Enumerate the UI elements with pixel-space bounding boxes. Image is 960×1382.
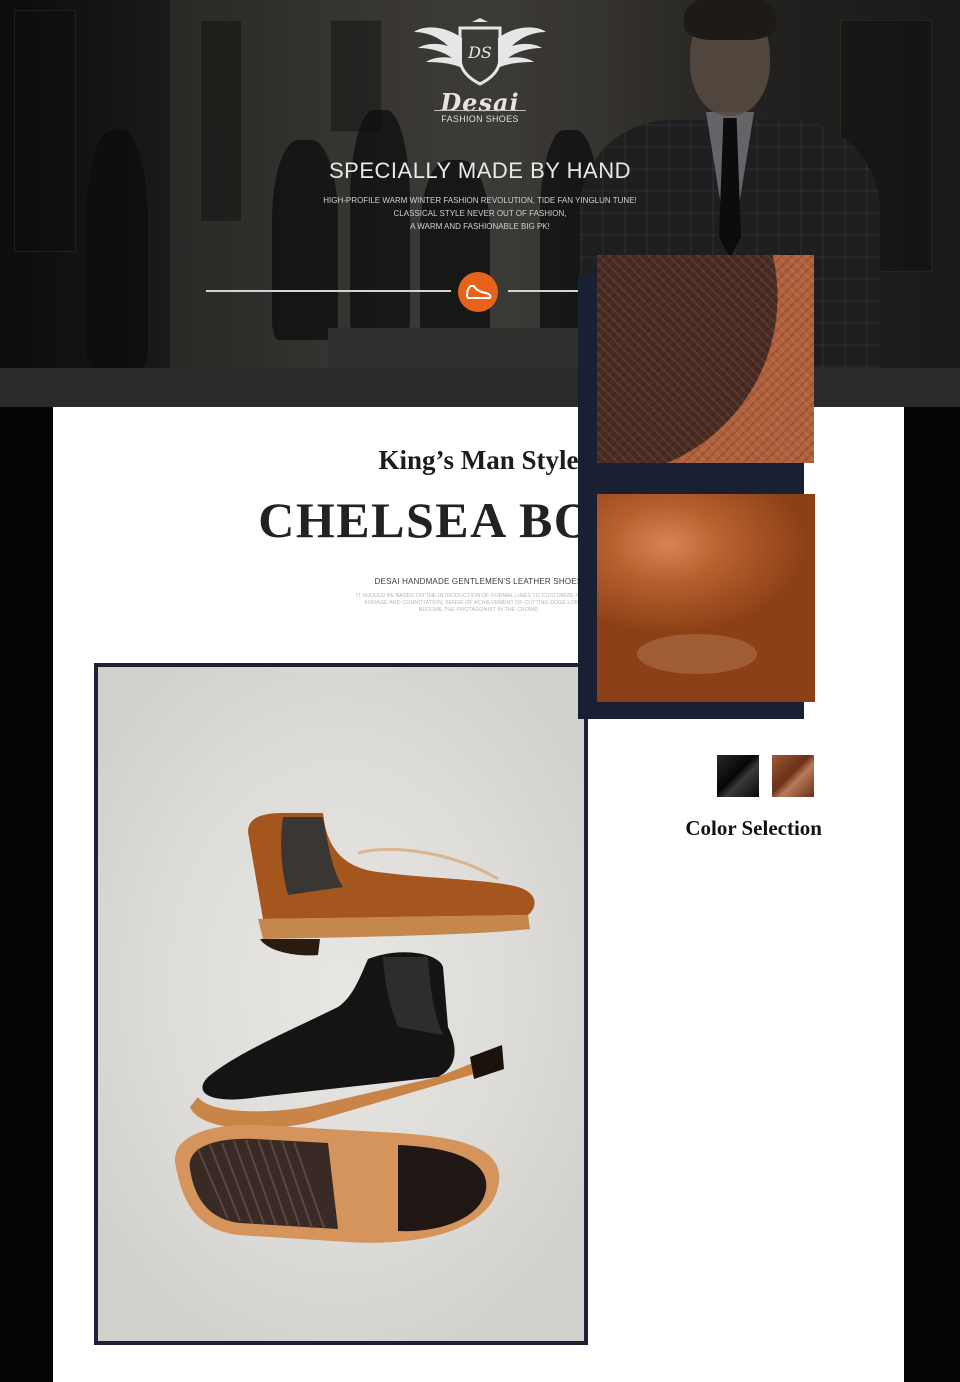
color-swatch-black[interactable]: [717, 755, 759, 797]
leather-highlight: [637, 634, 757, 674]
page-margin-right: [904, 407, 960, 1382]
sole-texture: [597, 255, 814, 463]
hero-banner: DS Desai FASHION SHOES SPECIALLY MADE BY…: [0, 0, 960, 368]
brand-name: Desai: [440, 88, 520, 117]
hero-line: CLASSICAL STYLE NEVER OUT OF FASHION,: [393, 209, 567, 218]
hero-line: A WARM AND FASHIONABLE BIG PK!: [410, 222, 550, 231]
page-margin-left: [0, 407, 53, 1382]
brand-subtitle: FASHION SHOES: [441, 114, 519, 124]
winged-shield-icon: DS: [414, 18, 546, 86]
boots-illustration: [174, 813, 535, 1243]
color-selection-label: Color Selection: [685, 816, 822, 840]
divider-left: [206, 290, 451, 292]
hero-description: HIGH-PROFILE WARM WINTER FASHION REVOLUT…: [0, 194, 960, 233]
hero-line: HIGH-PROFILE WARM WINTER FASHION REVOLUT…: [323, 196, 637, 205]
black-boot: [190, 952, 504, 1129]
tan-boot: [248, 813, 535, 956]
main-photo-frame: [94, 663, 588, 1345]
chelsea-boots-photo: [98, 667, 584, 1341]
shoe-icon: [465, 285, 492, 299]
boot-sole: [174, 1124, 500, 1243]
section-separator: [0, 368, 960, 408]
logo-divider: [434, 110, 526, 111]
color-swatch-brown[interactable]: [772, 755, 814, 797]
shoe-badge: [458, 272, 498, 312]
hero-tab-shape: [328, 328, 608, 368]
sole-detail-photo: [597, 255, 814, 463]
hero-title: SPECIALLY MADE BY HAND: [329, 158, 631, 183]
svg-text:DS: DS: [467, 43, 492, 62]
leather-detail-photo: [597, 494, 815, 702]
brand-logo: DS Desai FASHION SHOES: [412, 18, 548, 130]
